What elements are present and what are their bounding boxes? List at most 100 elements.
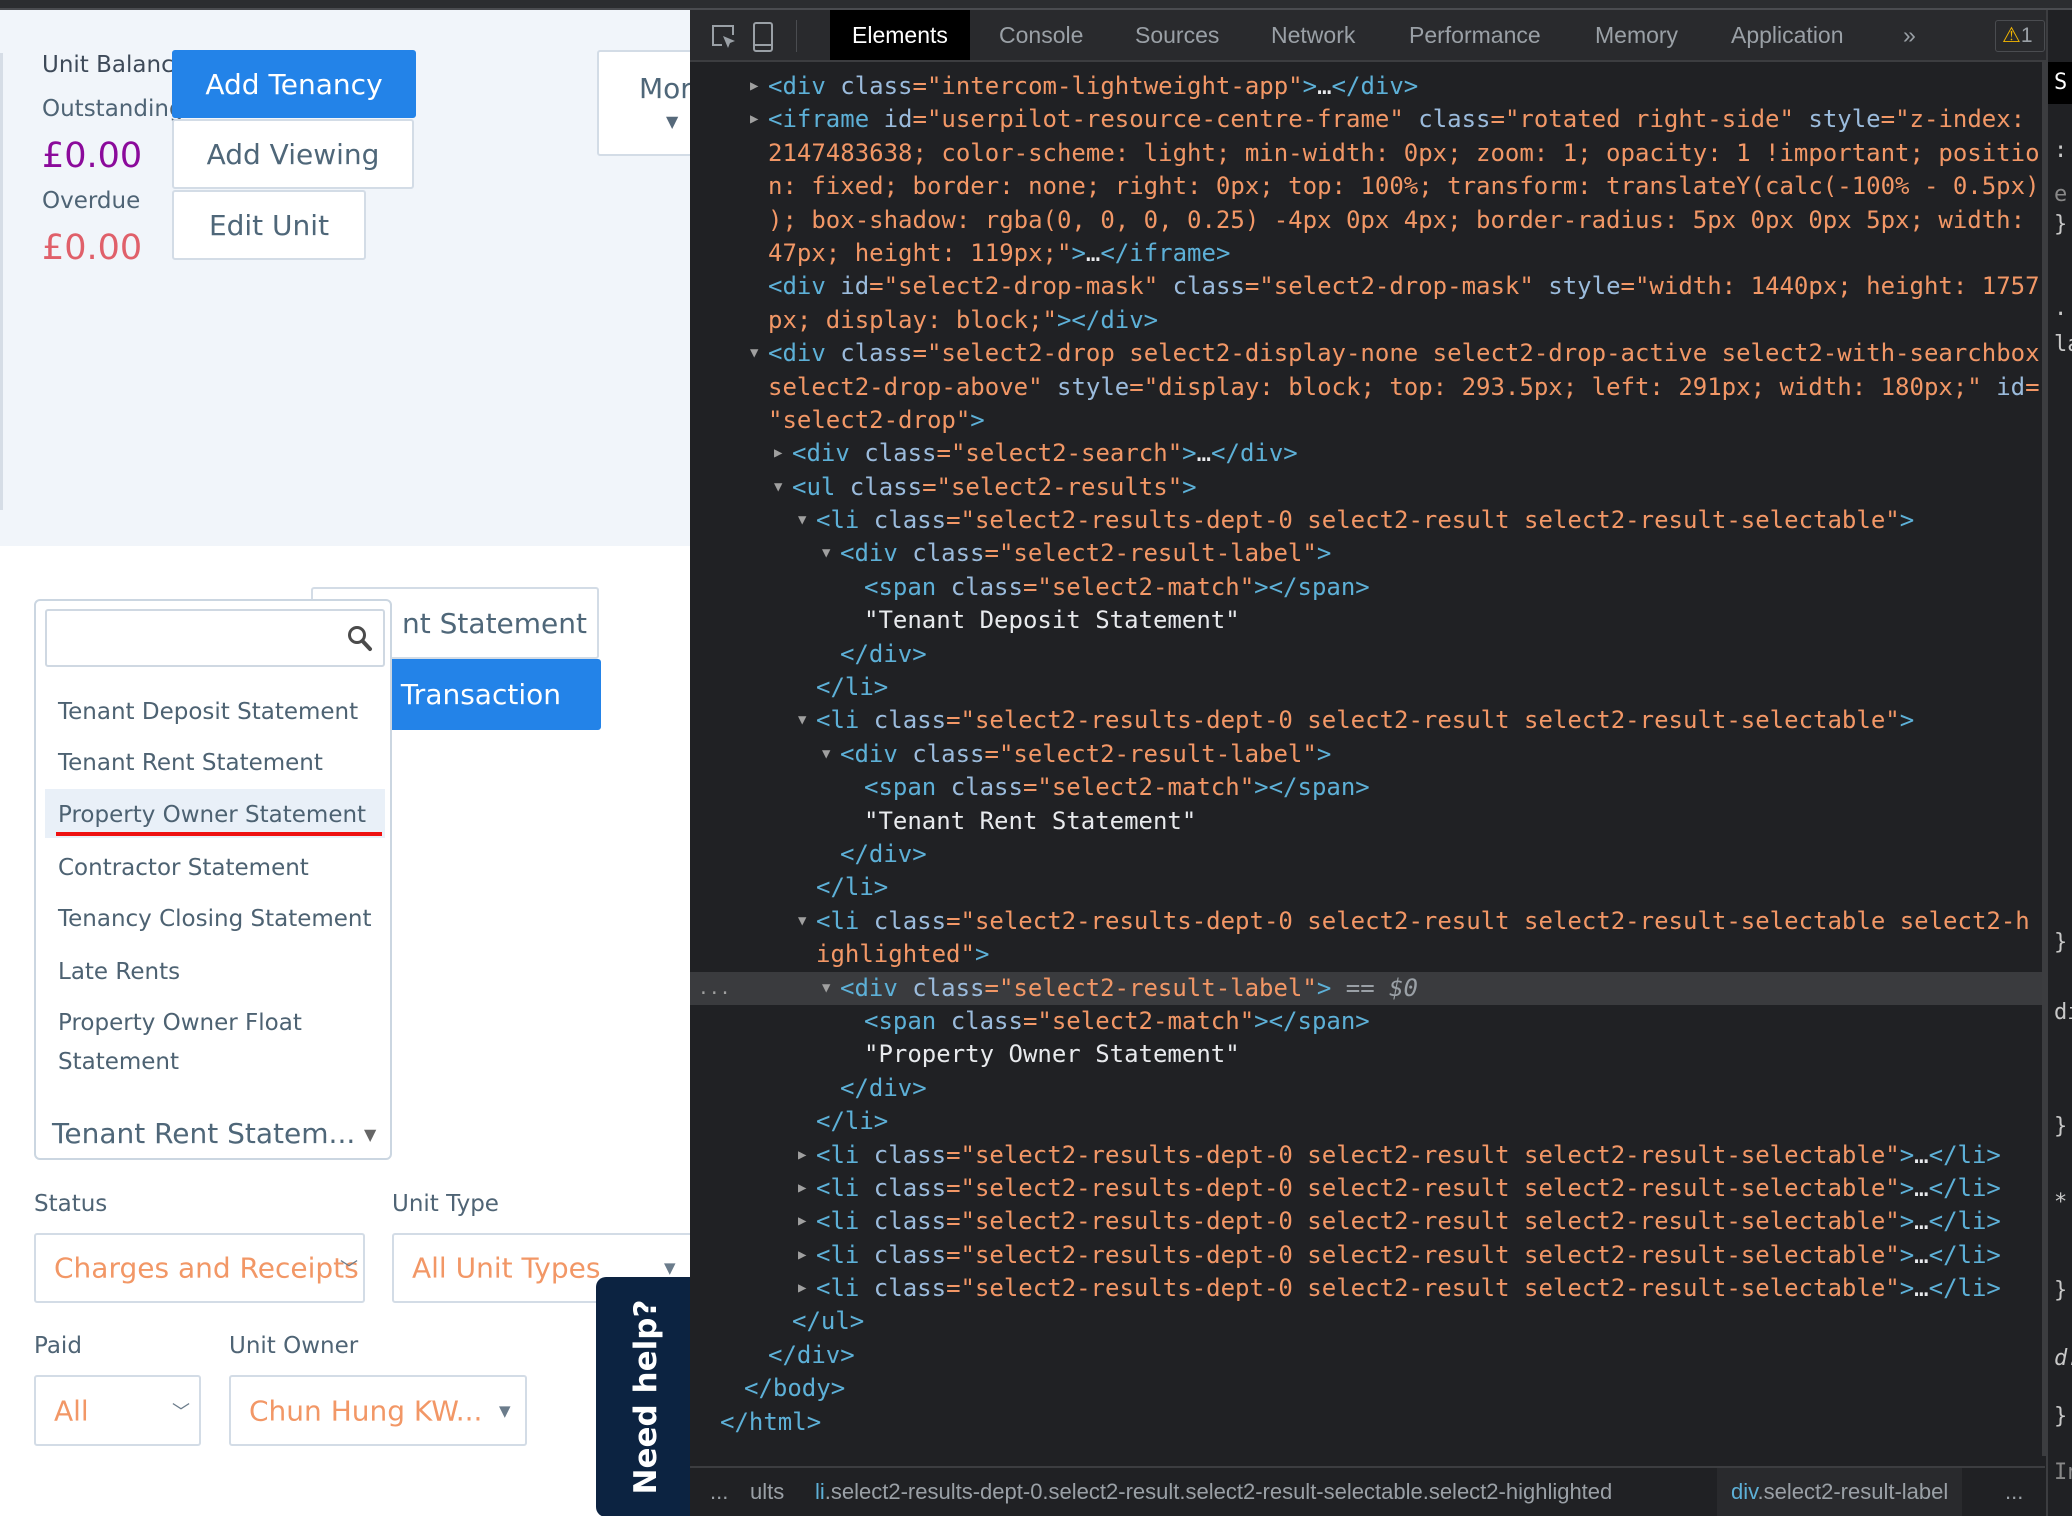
dom-node-line[interactable]: ▼ <div class="select2-result-label"> [690,537,2042,570]
collapse-arrow-icon[interactable]: ▶ [798,1172,806,1205]
dom-node-line[interactable]: ighlighted"> [690,938,2042,971]
collapse-arrow-icon[interactable]: ▶ [750,70,758,103]
add-tenancy-button[interactable]: Add Tenancy [172,50,416,118]
dom-node-line[interactable]: select2-drop-above" style="display: bloc… [690,371,2042,404]
unit-owner-select[interactable]: Chun Hung KW... ▼ [229,1375,527,1446]
dropdown-option[interactable]: Tenant Deposit Statement [58,693,358,731]
dom-node-line[interactable]: ▼ <li class="select2-results-dept-0 selec… [690,504,2042,537]
tab-memory[interactable]: Memory [1595,10,1678,60]
dom-node-line[interactable]: ▶ <li class="select2-results-dept-0 selec… [690,1172,2042,1205]
expand-arrow-icon[interactable]: ▼ [822,972,830,1005]
expand-arrow-icon[interactable]: ▼ [774,471,782,504]
dropdown-option[interactable]: Tenancy Closing Statement [58,900,372,938]
collapse-arrow-icon[interactable]: ▶ [798,1272,806,1305]
expand-arrow-icon[interactable]: ▼ [798,704,806,737]
dropdown-search-input[interactable] [45,609,385,667]
breadcrumb-overflow[interactable]: ... [710,1468,728,1516]
dom-node-line[interactable]: 47px; height: 119px;">…</iframe> [690,237,2042,270]
dom-node-line[interactable]: ▼ <ul class="select2-results"> [690,471,2042,504]
text-token: … [1914,1240,1929,1269]
dom-node-line[interactable]: 2147483638; color-scheme: light; min-wid… [690,137,2042,170]
dom-node-line[interactable]: ▶ <iframe id="userpilot-resource-centre-f… [690,103,2042,136]
dom-node-line[interactable]: ▼ <li class="select2-results-dept-0 selec… [690,704,2042,737]
dropdown-option-highlighted[interactable]: Property Owner Statement [58,796,366,834]
dom-node-line[interactable]: </div> [690,1339,2042,1372]
dom-node-line[interactable]: </li> [690,871,2042,904]
dom-node-line[interactable]: "select2-drop"> [690,404,2042,437]
dom-node-line[interactable]: <span class="select2-match"></span> [690,771,2042,804]
breadcrumb-item[interactable]: li.select2-results-dept-0.select2-result… [815,1468,1612,1516]
dom-node-line[interactable]: ▶ <li class="select2-results-dept-0 selec… [690,1272,2042,1305]
dropdown-option[interactable]: Property Owner Float Statement [58,1004,358,1082]
collapse-arrow-icon[interactable]: ▶ [798,1205,806,1238]
dom-node-line[interactable]: px; display: block;"></div> [690,304,2042,337]
inspect-element-icon[interactable] [710,23,738,51]
tab-console[interactable]: Console [999,10,1083,60]
dom-node-line[interactable]: n: fixed; border: none; right: 0px; top:… [690,170,2042,203]
tab-network[interactable]: Network [1271,10,1355,60]
tab-elements[interactable]: Elements [830,10,970,60]
dropdown-option[interactable]: Tenant Rent Statement [58,744,323,782]
dom-node-line[interactable]: ▶ <li class="select2-results-dept-0 selec… [690,1205,2042,1238]
dom-node-line[interactable]: </div> [690,638,2042,671]
styles-fragment: di [2054,1000,2072,1025]
dom-node-line[interactable]: </ul> [690,1305,2042,1338]
expand-arrow-icon[interactable]: ▼ [798,905,806,938]
tag-token: </li> [816,673,889,702]
collapse-arrow-icon[interactable]: ▶ [798,1139,806,1172]
dropdown-option[interactable]: Late Rents [58,953,180,991]
dom-node-line[interactable]: </div> [690,1072,2042,1105]
warnings-badge[interactable]: ⚠1 [1995,20,2045,52]
tab-application[interactable]: Application [1731,10,1844,60]
need-help-tab[interactable]: Need help? [596,1277,690,1516]
collapse-arrow-icon[interactable]: ▶ [750,103,758,136]
report-type-dropdown[interactable]: Tenant Deposit Statement Tenant Rent Sta… [34,599,392,1160]
dom-node-line[interactable]: ▼ <li class="select2-results-dept-0 selec… [690,905,2042,938]
device-toolbar-icon[interactable] [752,21,774,53]
more-button[interactable]: Mor ▼ [597,50,690,156]
dom-node-line[interactable]: </div> [690,838,2042,871]
breadcrumb-item[interactable]: ults [750,1468,784,1516]
paid-select[interactable]: All ﹀ [34,1375,201,1446]
add-viewing-button[interactable]: Add Viewing [172,119,414,189]
expand-arrow-icon[interactable]: ▼ [822,537,830,570]
expand-arrow-icon[interactable]: ▼ [822,738,830,771]
dom-node-line[interactable]: ▼ <div class="select2-drop select2-displa… [690,337,2042,370]
dom-node-line[interactable]: </body> [690,1372,2042,1405]
styles-fragment: } [2054,930,2068,955]
dom-node-line[interactable]: ▶ <div class="select2-search">…</div> [690,437,2042,470]
dom-node-line[interactable]: ▼ <div class="select2-result-label"> [690,738,2042,771]
dom-node-line[interactable]: "Tenant Deposit Statement" [690,604,2042,637]
status-select[interactable]: Charges and Receipts ﹀ [34,1233,365,1303]
dropdown-selected-value[interactable]: Tenant Rent Statem... [52,1117,355,1150]
dropdown-option[interactable]: Contractor Statement [58,849,309,887]
styles-fragment: } [2054,1278,2068,1303]
expand-arrow-icon[interactable]: ▼ [798,504,806,537]
expand-arrow-icon[interactable]: ▼ [750,337,758,370]
dom-node-line[interactable]: "Tenant Rent Statement" [690,805,2042,838]
breadcrumb-item-current[interactable]: div.select2-result-label [1717,1468,1963,1516]
dom-node-line[interactable]: ▶ <li class="select2-results-dept-0 selec… [690,1239,2042,1272]
breadcrumb-overflow[interactable]: ... [2005,1468,2023,1516]
collapse-arrow-icon[interactable]: ▶ [774,437,782,470]
tab-sources[interactable]: Sources [1135,10,1219,60]
dom-node-line[interactable]: ▶ <li class="select2-results-dept-0 selec… [690,1139,2042,1172]
edit-unit-button[interactable]: Edit Unit [172,190,366,260]
dom-node-line[interactable]: </li> [690,1105,2042,1138]
dom-node-line[interactable]: </html> [690,1406,2042,1439]
dom-node-line[interactable]: </li> [690,671,2042,704]
dom-node-line[interactable]: <div id="select2-drop-mask" class="selec… [690,270,2042,303]
tag-token: </div> [840,639,927,668]
dom-node-line[interactable]: ▶ <div class="intercom-lightweight-app">…… [690,70,2042,103]
collapse-arrow-icon[interactable]: ▶ [798,1239,806,1272]
node-actions-icon[interactable]: ... [698,972,731,1005]
caret-down-icon: ▼ [664,1259,676,1277]
dom-node-selected[interactable]: ... ▼ <div class="select2-result-label"> =… [690,971,2042,1005]
dom-node-line[interactable]: "Property Owner Statement" [690,1038,2042,1071]
dom-node-line[interactable]: <span class="select2-match"></span> [690,1005,2042,1038]
tab-performance[interactable]: Performance [1409,10,1541,60]
dom-node-line[interactable]: ); box-shadow: rgba(0, 0, 0, 0.25) -4px … [690,204,2042,237]
dom-node-line[interactable]: <span class="select2-match"></span> [690,571,2042,604]
unit-type-select-value: All Unit Types [412,1251,601,1285]
more-tabs-button[interactable]: » [1903,10,1916,60]
